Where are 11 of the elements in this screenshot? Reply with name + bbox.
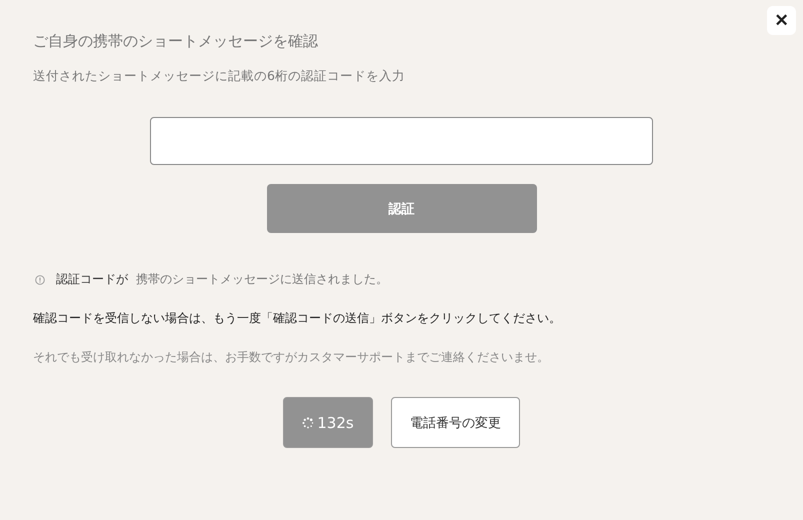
close-button[interactable]: ✕ [767,6,796,35]
spinner-icon [302,416,314,428]
notice-label: 認証コードが [56,271,128,288]
resend-hint: 確認コードを受信しない場合は、もう一度「確認コードの送信」ボタンをクリックしてください。 [33,310,562,327]
support-hint: それでも受け取れなかった場合は、お手数ですがカスタマーサポートまでご連絡くださいませ。 [33,349,550,366]
notice-text: 携帯のショートメッセージに送信されました。 [136,271,388,288]
instruction-text: 送付されたショートメッセージに記載の6桁の認証コードを入力 [33,68,406,85]
code-input-field[interactable] [150,117,653,165]
change-phone-button[interactable]: 電話番号の変更 [391,397,520,448]
exclamation-icon [35,274,45,284]
dialog-title: ご自身の携帯のショートメッセージを確認 [33,32,319,51]
